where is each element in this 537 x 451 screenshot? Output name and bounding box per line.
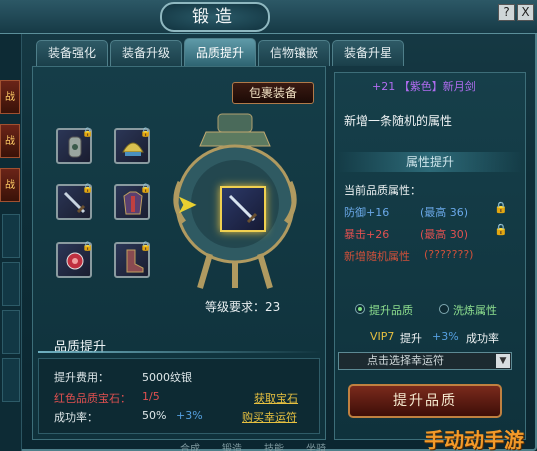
equip-slot-boots[interactable]: 🔒 (114, 242, 152, 278)
wash-attr-option[interactable]: 洗炼属性 (453, 302, 497, 318)
item-title: +21 【紫色】新月剑 (372, 80, 476, 93)
equip-slot-amulet[interactable]: 🔒 (56, 128, 94, 164)
lock-icon: 🔒 (140, 128, 152, 138)
bottom-tab[interactable]: 坐骑 (306, 440, 326, 451)
new-random-attr: 新增随机属性 (344, 250, 410, 263)
vip-label: VIP7 (370, 330, 395, 343)
cost-label: 提升费用： (54, 371, 109, 384)
new-random-attr-value: (???????) (424, 248, 474, 261)
lock-icon: 🔒 (82, 242, 94, 252)
luck-charm-placeholder: 点击选择幸运符 (367, 354, 444, 367)
wash-attr-radio[interactable] (439, 304, 449, 314)
close-button[interactable]: X (517, 4, 534, 21)
window-title: 锻造 (160, 2, 270, 32)
crit-attr: 暴击+26 (344, 228, 390, 241)
upgrade-quality-radio[interactable] (355, 304, 365, 314)
defense-attr: 防御+16 (344, 206, 390, 219)
strip-slot[interactable] (2, 358, 20, 402)
lock-icon: 🔒 (140, 184, 152, 194)
tab-enhance[interactable]: 装备强化 (36, 40, 108, 66)
lock-icon: 🔒 (140, 242, 152, 252)
tab-upgrade[interactable]: 装备升级 (110, 40, 182, 66)
tab-quality[interactable]: 品质提升 (184, 38, 256, 66)
upgrade-quality-button[interactable]: 提升品质 (348, 384, 502, 418)
lock-icon: 🔒 (82, 128, 94, 138)
bottom-tab[interactable]: 技能 (264, 440, 284, 451)
bottom-tabs: 合成 锻造 技能 坐骑 (180, 440, 326, 451)
arrow-right-icon: ➤ (176, 190, 198, 220)
lock-icon: 🔒 (82, 184, 94, 194)
strip-slot[interactable] (2, 214, 20, 258)
bottom-tab[interactable]: 锻造 (222, 440, 242, 451)
left-side-strip: 战 战 战 (0, 34, 22, 451)
luck-charm-select[interactable]: 点击选择幸运符 ▼ (338, 352, 512, 370)
target-equip-slot[interactable] (220, 186, 266, 232)
strip-slot[interactable] (2, 262, 20, 306)
lock-icon[interactable]: 🔒 (494, 202, 508, 215)
bottom-tab[interactable]: 合成 (180, 440, 200, 451)
equip-slot-weapon[interactable]: 🔒 (56, 184, 94, 220)
crit-max: (最高 30) (420, 228, 469, 241)
package-equipment-button[interactable]: 包裹装备 (232, 82, 314, 104)
upgrade-quality-option[interactable]: 提升品质 (369, 302, 413, 318)
tab-star-up[interactable]: 装备升星 (332, 40, 404, 66)
gem-label: 红色品质宝石： (54, 392, 131, 405)
get-gem-link[interactable]: 获取宝石 (254, 390, 298, 406)
dropdown-arrow-icon[interactable]: ▼ (496, 354, 510, 368)
rate-value: 50% (142, 409, 167, 422)
lock-icon[interactable]: 🔒 (494, 224, 508, 237)
buy-luck-charm-link[interactable]: 购买幸运符 (242, 409, 297, 425)
title-bar: 锻造 ? X (0, 0, 537, 34)
defense-max: (最高 36) (420, 206, 469, 219)
strip-battle-button-1[interactable]: 战 (0, 80, 20, 114)
equip-slot-armor[interactable]: 🔒 (114, 184, 152, 220)
equip-slot-accessory[interactable]: 🔒 (56, 242, 94, 278)
vip-bonus: +3% (432, 330, 459, 343)
tab-token-inlay[interactable]: 信物镶嵌 (258, 40, 330, 66)
divider (38, 351, 322, 353)
item-description: 新增一条随机的属性 (344, 114, 453, 128)
help-button[interactable]: ? (498, 4, 515, 21)
gem-value: 1/5 (142, 390, 160, 403)
sword-icon (228, 194, 258, 224)
cost-value: 5000纹银 (142, 371, 192, 384)
level-requirement: 等级要求：23 (205, 300, 281, 314)
rate-bonus: +3% (176, 409, 203, 422)
strip-battle-button-3[interactable]: 战 (0, 168, 20, 202)
rate-label: 成功率： (54, 411, 98, 424)
tab-bar: 装备强化 装备升级 品质提升 信物镶嵌 装备升星 (36, 38, 404, 66)
vip-text: 提升 (400, 332, 422, 345)
equip-slot-helmet[interactable]: 🔒 (114, 128, 152, 164)
watermark: 手动动手游 (424, 428, 524, 451)
vip-suffix: 成功率 (466, 332, 499, 345)
attribute-header: 属性提升 (338, 152, 522, 172)
current-quality-label: 当前品质属性： (344, 184, 421, 197)
strip-slot[interactable] (2, 310, 20, 354)
strip-battle-button-2[interactable]: 战 (0, 124, 20, 158)
